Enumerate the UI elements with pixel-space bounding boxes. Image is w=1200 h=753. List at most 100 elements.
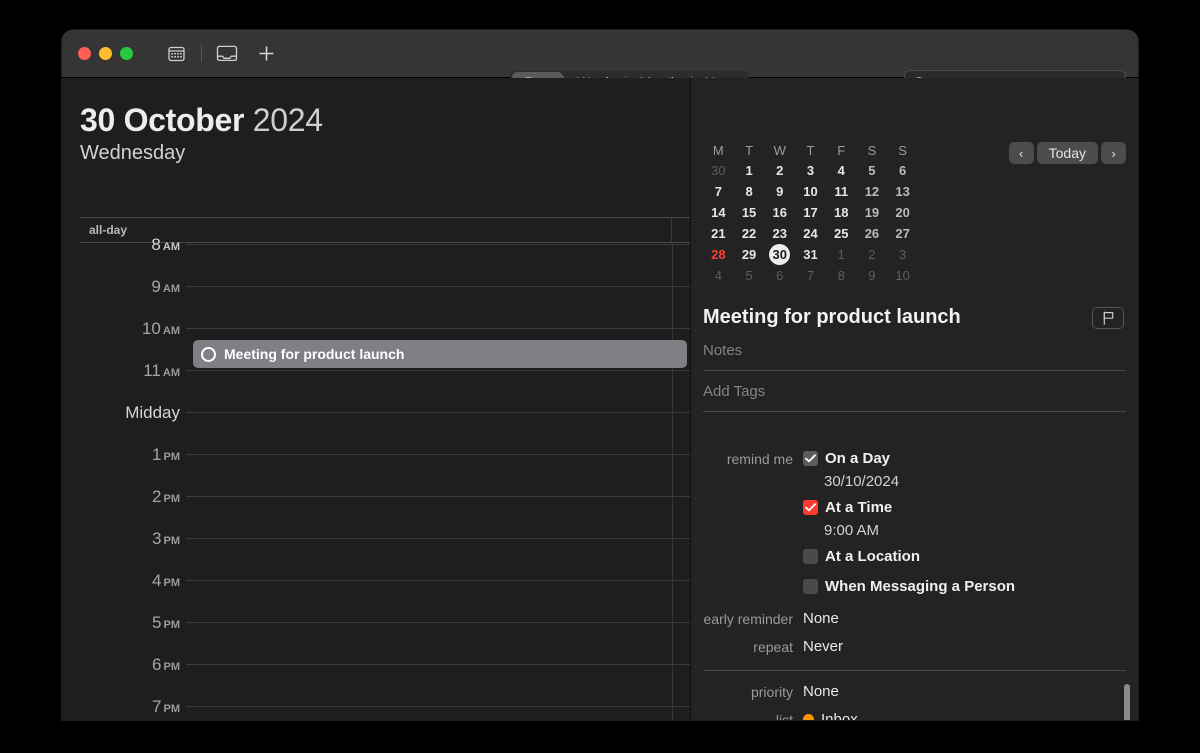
mini-calendar-day[interactable]: 5 (857, 160, 888, 181)
mini-calendar-day[interactable]: 29 (734, 244, 765, 265)
flag-icon[interactable] (1092, 306, 1124, 329)
mini-calendar-day[interactable]: 7 (703, 181, 734, 202)
mini-calendar-day[interactable]: 20 (887, 202, 918, 223)
mini-calendar-day-number: 5 (745, 268, 753, 283)
mini-calendar-day[interactable]: 5 (734, 265, 765, 286)
mini-calendar-day[interactable]: 6 (764, 265, 795, 286)
reminder-option[interactable]: At a Location (803, 547, 920, 565)
checkbox-at-a-time[interactable] (803, 500, 818, 515)
detail-row: At a Location (691, 547, 1138, 569)
mini-calendar-day[interactable]: 15 (734, 202, 765, 223)
previous-button[interactable]: ‹ (1008, 142, 1034, 164)
mini-calendar-day[interactable]: 16 (764, 202, 795, 223)
mini-calendar-day[interactable]: 26 (857, 223, 888, 244)
calendar-icon[interactable] (162, 42, 190, 66)
minimize-button[interactable] (99, 47, 112, 60)
mini-calendar-day[interactable]: 9 (764, 181, 795, 202)
hour-row[interactable]: 7 PM (62, 697, 690, 720)
mini-calendar-day[interactable]: 10 (795, 181, 826, 202)
list-value[interactable]: Inbox (803, 710, 858, 720)
mini-calendar-day[interactable]: 18 (826, 202, 857, 223)
mini-calendar-day[interactable]: 2 (764, 160, 795, 181)
mini-calendar-day[interactable]: 1 (734, 160, 765, 181)
detail-title[interactable]: Meeting for product launch (703, 306, 1092, 329)
hour-row[interactable]: 8 AM (62, 235, 690, 286)
mini-calendar-day[interactable]: 10 (887, 265, 918, 286)
mini-calendar-day[interactable]: 11 (826, 181, 857, 202)
detail-scrollbar[interactable] (1124, 684, 1130, 720)
mini-calendar-day-number: 17 (803, 205, 818, 220)
hour-gridline (186, 538, 690, 539)
priority-value[interactable]: None (803, 682, 839, 700)
add-button[interactable] (252, 42, 280, 66)
mini-calendar-day[interactable]: 23 (764, 223, 795, 244)
mini-calendar-day[interactable]: 6 (887, 160, 918, 181)
mini-calendar-day[interactable]: 2 (857, 244, 888, 265)
hour-row[interactable]: 3 PM (62, 529, 690, 580)
zoom-button[interactable] (120, 47, 133, 60)
next-button[interactable]: › (1101, 142, 1126, 164)
checkbox-on-a-day[interactable] (803, 451, 818, 466)
mini-calendar-day[interactable]: 4 (703, 265, 734, 286)
hour-row[interactable]: 5 PM (62, 613, 690, 664)
mini-calendar-day[interactable]: 24 (795, 223, 826, 244)
notes-field[interactable]: Notes (703, 342, 1126, 371)
mini-calendar-day[interactable]: 13 (887, 181, 918, 202)
mini-calendar-day[interactable]: 27 (887, 223, 918, 244)
repeat-label: repeat (753, 639, 793, 655)
checkbox-at-a-location[interactable] (803, 549, 818, 564)
mini-calendar-day[interactable]: 7 (795, 265, 826, 286)
reminder-option[interactable]: When Messaging a Person (803, 577, 1015, 595)
early-reminder-value[interactable]: None (803, 609, 839, 627)
hour-row[interactable]: 9 AM (62, 277, 690, 328)
mini-calendar-day-number: 7 (714, 184, 722, 199)
hour-row[interactable]: 2 PM (62, 487, 690, 538)
hour-row[interactable]: 1 PM (62, 445, 690, 496)
mini-calendar-day[interactable]: 19 (857, 202, 888, 223)
priority-value-text: None (803, 683, 839, 700)
spacer-label (691, 577, 803, 579)
mini-calendar-day-number: 2 (776, 163, 784, 178)
mini-calendar-day[interactable]: 30 (764, 244, 795, 265)
checkbox-when-messaging-a-person[interactable] (803, 579, 818, 594)
mini-calendar-day-number: 16 (772, 205, 788, 220)
repeat-value[interactable]: Never (803, 637, 843, 655)
mini-calendar-day[interactable]: 4 (826, 160, 857, 181)
mini-calendar-day[interactable]: 1 (826, 244, 857, 265)
mini-calendar-day[interactable]: 22 (734, 223, 765, 244)
toolbar-icons (162, 42, 280, 66)
hour-row[interactable]: 4 PM (62, 571, 690, 622)
early-reminder-value-text: None (803, 610, 839, 627)
mini-calendar-day[interactable]: 14 (703, 202, 734, 223)
mini-calendar-day[interactable]: 17 (795, 202, 826, 223)
reminder-time-value[interactable]: 9:00 AM (824, 522, 1138, 539)
mini-calendar-day-number: 3 (806, 163, 815, 178)
hour-gridline (186, 622, 690, 623)
hour-row[interactable]: Midday (62, 403, 690, 454)
mini-calendar-day-number: 10 (895, 268, 910, 283)
mini-calendar-day[interactable]: 8 (734, 181, 765, 202)
mini-calendar-day[interactable]: 30 (703, 160, 734, 181)
reminder-option[interactable]: At a Time (803, 498, 892, 516)
mini-calendar-day[interactable]: 12 (857, 181, 888, 202)
mini-calendar-day[interactable]: 31 (795, 244, 826, 265)
mini-calendar-day[interactable]: 21 (703, 223, 734, 244)
mini-calendar-day[interactable]: 3 (887, 244, 918, 265)
add-tags-field[interactable]: Add Tags (703, 383, 1126, 412)
event-complete-circle-icon[interactable] (201, 346, 216, 362)
hour-row[interactable]: 6 PM (62, 655, 690, 706)
hour-row[interactable]: 11 AM (62, 361, 690, 412)
mini-calendar-day[interactable]: 8 (826, 265, 857, 286)
today-button[interactable]: Today (1036, 142, 1098, 164)
mini-calendar-day[interactable]: 25 (826, 223, 857, 244)
mini-calendar-day[interactable]: 28 (703, 244, 734, 265)
mini-calendar-day[interactable]: 9 (857, 265, 888, 286)
mini-calendar-day-number: 6 (899, 163, 907, 178)
calendar-event[interactable]: Meeting for product launch (193, 340, 687, 368)
close-button[interactable] (78, 47, 91, 60)
reminder-option[interactable]: On a Day (803, 449, 890, 467)
detail-row: When Messaging a Person (691, 577, 1138, 599)
inbox-icon[interactable] (213, 42, 241, 66)
reminder-date-value[interactable]: 30/10/2024 (824, 473, 1138, 490)
mini-calendar-day[interactable]: 3 (795, 160, 826, 181)
